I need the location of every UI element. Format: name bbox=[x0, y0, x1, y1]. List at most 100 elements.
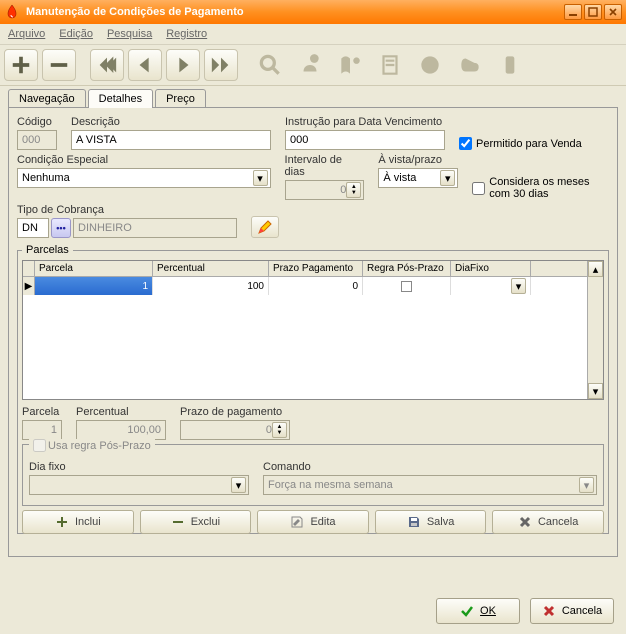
chevron-down-icon[interactable]: ▾ bbox=[231, 477, 246, 493]
codigo-field[interactable] bbox=[17, 130, 57, 150]
cell-prazo[interactable]: 0 bbox=[269, 277, 363, 295]
row-indicator-icon: ▶ bbox=[23, 277, 35, 295]
lookup-button[interactable]: ••• bbox=[51, 218, 71, 238]
label-descricao: Descrição bbox=[71, 116, 271, 128]
tab-detalhes[interactable]: Detalhes bbox=[88, 89, 153, 108]
avistaprazo-select[interactable]: À vista ▾ bbox=[378, 168, 458, 188]
grid-header-prazo[interactable]: Prazo Pagamento bbox=[269, 261, 363, 276]
ok-button[interactable]: OK bbox=[436, 598, 520, 624]
spinner-buttons-icon[interactable]: ▲▼ bbox=[346, 182, 361, 198]
save-icon bbox=[407, 515, 421, 529]
edit-icon bbox=[290, 515, 304, 529]
label-dia-fixo: Dia fixo bbox=[29, 461, 249, 473]
intervalo-spinner[interactable]: 0 ▲▼ bbox=[285, 180, 365, 200]
menu-registro[interactable]: Registro bbox=[166, 28, 207, 40]
avistaprazo-value: À vista bbox=[383, 172, 416, 184]
cell-diafixo[interactable]: ▾ bbox=[451, 277, 531, 295]
menu-edicao[interactable]: Edição bbox=[59, 28, 93, 40]
grid-header-parcela[interactable]: Parcela bbox=[35, 261, 153, 276]
grid-header-regra[interactable]: Regra Pós-Prazo bbox=[363, 261, 451, 276]
instrucao-field[interactable] bbox=[285, 130, 445, 150]
chevron-down-icon[interactable]: ▾ bbox=[579, 477, 594, 493]
salva-button[interactable]: Salva bbox=[375, 510, 487, 534]
menu-pesquisa[interactable]: Pesquisa bbox=[107, 28, 152, 40]
tipo-cobranca-desc-field bbox=[73, 218, 237, 238]
cancel-dialog-button[interactable]: Cancela bbox=[530, 598, 614, 624]
permitido-venda-checkbox[interactable]: Permitido para Venda bbox=[459, 137, 582, 150]
cell-percentual[interactable]: 100 bbox=[153, 277, 269, 295]
cell-parcela[interactable]: 1 bbox=[35, 277, 153, 295]
minimize-button[interactable] bbox=[564, 4, 582, 20]
grid-header-diafixo[interactable]: DiaFixo bbox=[451, 261, 531, 276]
parcelas-buttons: Inclui Exclui Edita Salva Cancela bbox=[22, 510, 604, 534]
parcelas-legend: Parcelas bbox=[22, 244, 73, 256]
cell-regra[interactable] bbox=[363, 277, 451, 295]
prev-button[interactable] bbox=[128, 49, 162, 81]
inclui-button[interactable]: Inclui bbox=[22, 510, 134, 534]
dialog-buttons: OK Cancela bbox=[436, 598, 614, 624]
minus-icon bbox=[171, 515, 185, 529]
cancel-icon bbox=[542, 604, 556, 618]
remove-button[interactable] bbox=[42, 49, 76, 81]
edita-button[interactable]: Edita bbox=[257, 510, 369, 534]
label-tipo-cobranca: Tipo de Cobrança bbox=[17, 204, 237, 216]
window-title: Manutenção de Condições de Pagamento bbox=[26, 6, 564, 18]
tipo-cobranca-code-field[interactable] bbox=[17, 218, 49, 238]
grid-header: Parcela Percentual Prazo Pagamento Regra… bbox=[23, 261, 603, 277]
parcelas-grid[interactable]: Parcela Percentual Prazo Pagamento Regra… bbox=[22, 260, 604, 400]
chevron-down-icon[interactable]: ▾ bbox=[253, 170, 268, 186]
check-icon bbox=[460, 604, 474, 618]
toolbar-disabled-icon-4 bbox=[372, 49, 408, 81]
next-button[interactable] bbox=[166, 49, 200, 81]
toolbar-disabled-icon-5 bbox=[412, 49, 448, 81]
regra-checkbox-icon[interactable] bbox=[401, 281, 412, 292]
parcelas-group: Parcelas Parcela Percentual Prazo Pagame… bbox=[17, 244, 609, 534]
prazo-spinner[interactable]: 0 ▲▼ bbox=[180, 420, 290, 440]
chevron-down-icon[interactable]: ▾ bbox=[511, 278, 526, 294]
scroll-up-icon[interactable]: ▴ bbox=[588, 261, 603, 277]
toolbar-disabled-icon-2 bbox=[292, 49, 328, 81]
toolbar bbox=[0, 45, 626, 86]
scroll-down-icon[interactable]: ▾ bbox=[588, 383, 603, 399]
pencil-icon bbox=[257, 219, 273, 235]
toolbar-disabled-icon-6 bbox=[452, 49, 488, 81]
app-icon bbox=[4, 4, 20, 20]
close-button[interactable] bbox=[604, 4, 622, 20]
grid-header-percentual[interactable]: Percentual bbox=[153, 261, 269, 276]
edit-pencil-button[interactable] bbox=[251, 216, 279, 238]
spinner-buttons-icon[interactable]: ▲▼ bbox=[272, 422, 287, 438]
menu-arquivo[interactable]: Arquivo bbox=[8, 28, 45, 40]
table-row[interactable]: ▶ 1 100 0 ▾ bbox=[23, 277, 603, 295]
intervalo-value: 0 bbox=[290, 184, 347, 196]
comando-select[interactable]: Força na mesma semana ▾ bbox=[263, 475, 597, 495]
considera-meses-input[interactable] bbox=[472, 182, 485, 195]
add-button[interactable] bbox=[4, 49, 38, 81]
label-prazo-edit: Prazo de pagamento bbox=[180, 406, 290, 418]
parcela-num-field[interactable] bbox=[22, 420, 62, 440]
form-panel: Código Descrição Instrução para Data Ven… bbox=[8, 107, 618, 557]
plus-icon bbox=[55, 515, 69, 529]
parcela-pct-field[interactable] bbox=[76, 420, 166, 440]
maximize-button[interactable] bbox=[584, 4, 602, 20]
tab-preco[interactable]: Preço bbox=[155, 89, 206, 108]
grid-scrollbar[interactable]: ▴ ▾ bbox=[587, 261, 603, 399]
cancel-icon bbox=[518, 515, 532, 529]
toolbar-disabled-icon-1 bbox=[252, 49, 288, 81]
toolbar-disabled-icon-7 bbox=[492, 49, 528, 81]
chevron-down-icon[interactable]: ▾ bbox=[440, 170, 455, 186]
usa-regra-checkbox bbox=[33, 439, 46, 452]
permitido-venda-input[interactable] bbox=[459, 137, 472, 150]
tab-bar: Navegação Detalhes Preço bbox=[0, 86, 626, 107]
last-button[interactable] bbox=[204, 49, 238, 81]
descricao-field[interactable] bbox=[71, 130, 271, 150]
condicao-select[interactable]: Nenhuma ▾ bbox=[17, 168, 271, 188]
cancela-parcela-button[interactable]: Cancela bbox=[492, 510, 604, 534]
label-parcela-edit: Parcela bbox=[22, 406, 62, 418]
first-button[interactable] bbox=[90, 49, 124, 81]
dia-fixo-select[interactable]: ▾ bbox=[29, 475, 249, 495]
considera-meses-checkbox[interactable]: Considera os meses com 30 dias bbox=[472, 176, 609, 200]
exclui-button[interactable]: Exclui bbox=[140, 510, 252, 534]
label-permitido-venda: Permitido para Venda bbox=[476, 138, 582, 150]
tab-navegacao[interactable]: Navegação bbox=[8, 89, 86, 108]
label-considera-meses: Considera os meses com 30 dias bbox=[489, 176, 609, 200]
